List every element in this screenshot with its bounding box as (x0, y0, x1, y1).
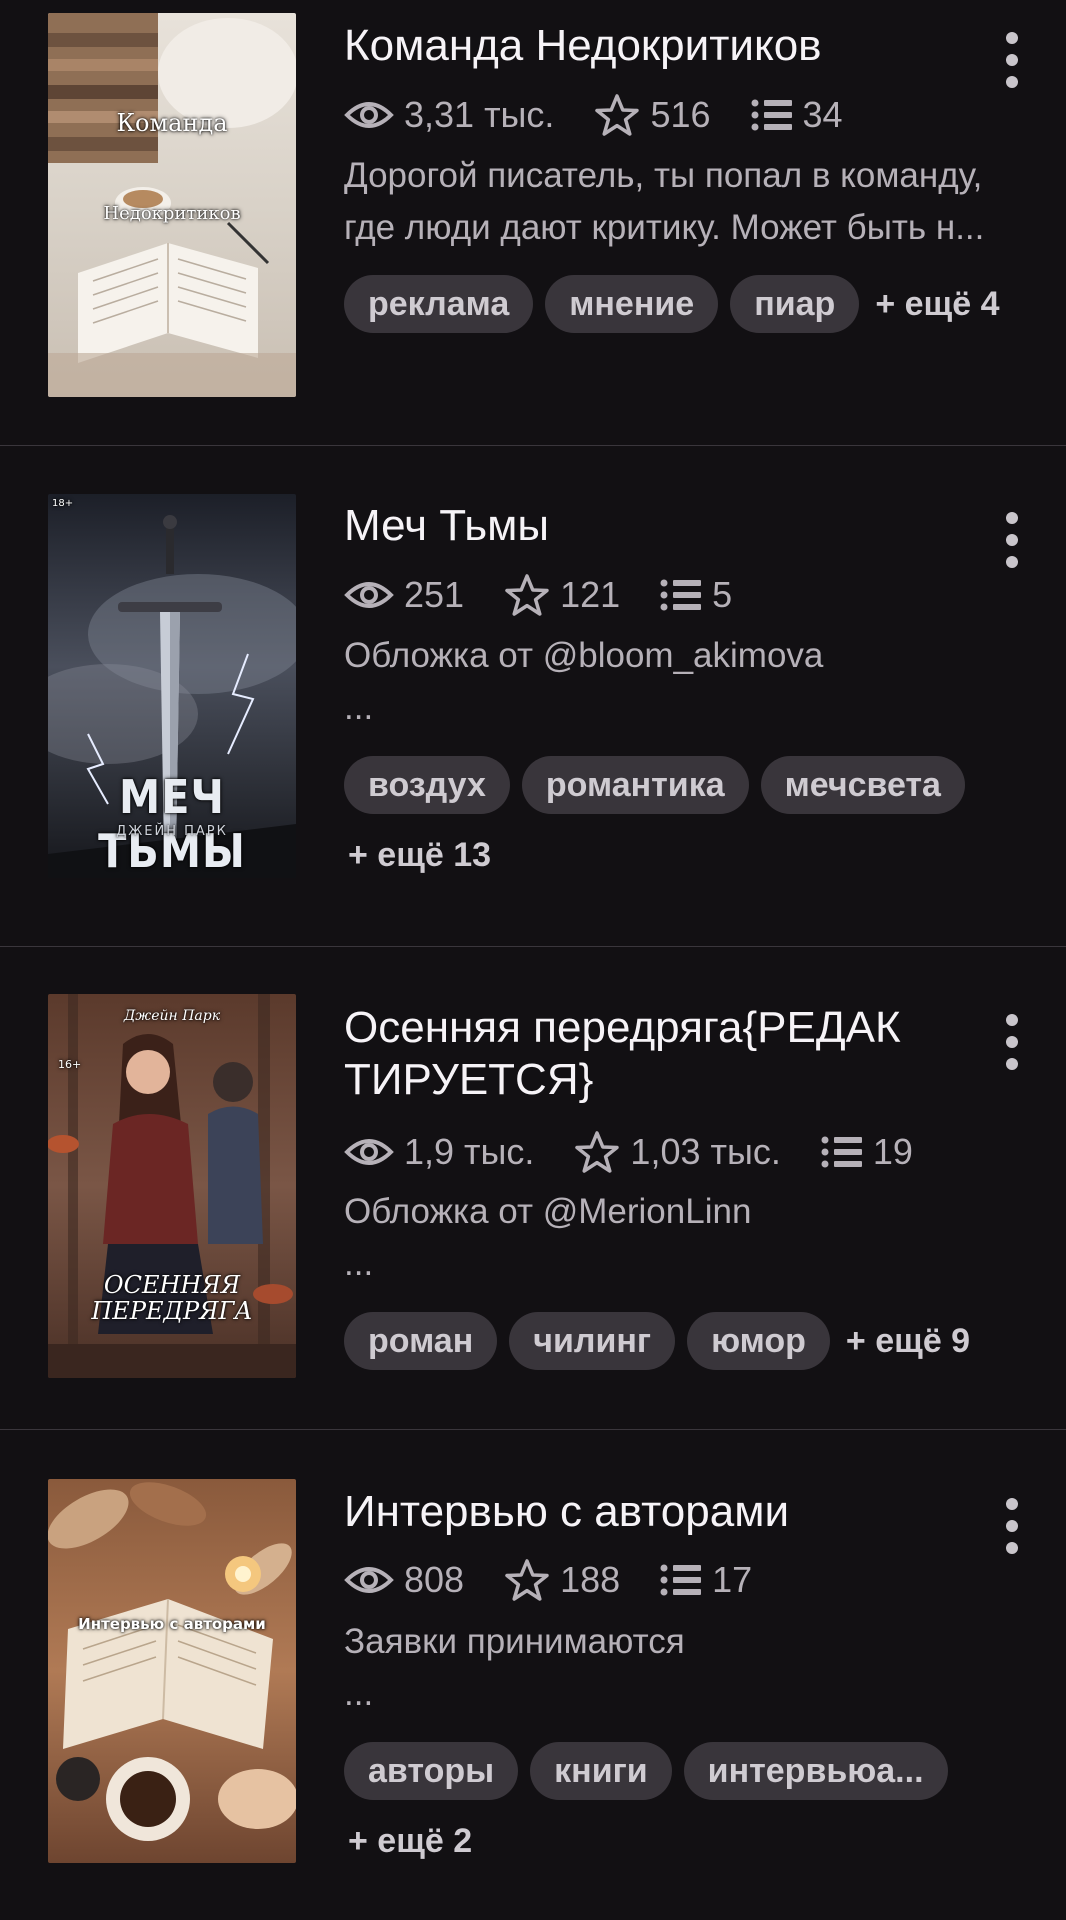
tag-chip[interactable]: книги (530, 1742, 672, 1800)
rating-stat: 121 (504, 573, 620, 617)
stars-count: 121 (560, 574, 621, 615)
tag-list: роман чилинг юмор + ещё 9 (344, 1312, 1024, 1370)
chapters-count: 34 (802, 94, 843, 135)
views-stat: 3,31 тыс. (344, 94, 554, 136)
stars-count: 516 (650, 94, 711, 135)
cover-subtitle-text: Недокритиков (103, 203, 241, 224)
more-options-button[interactable] (996, 1498, 1028, 1554)
divider (0, 1429, 1066, 1430)
chapters-count: 19 (872, 1131, 913, 1172)
story-stats: 251 121 5 (344, 571, 772, 619)
star-icon (505, 574, 549, 616)
star-icon (505, 1559, 549, 1601)
eye-icon (344, 102, 394, 128)
story-stats: 3,31 тыс. 516 34 (344, 91, 883, 139)
more-vertical-icon (1006, 512, 1018, 524)
story-description: Заявки принимаются ... (344, 1622, 685, 1713)
views-stat: 808 (344, 1559, 464, 1601)
rating-stat: 516 (594, 93, 711, 137)
tag-chip[interactable]: пиар (730, 275, 860, 333)
more-tags-link[interactable]: + ещё 2 (344, 1812, 472, 1870)
chapters-stat: 19 (821, 1131, 913, 1173)
story-title[interactable]: Меч Тьмы (344, 500, 964, 552)
star-icon (595, 94, 640, 136)
chapters-count: 17 (712, 1559, 753, 1600)
tag-chip[interactable]: мнение (545, 275, 719, 333)
tag-chip[interactable]: юмор (687, 1312, 830, 1370)
eye-icon (344, 1567, 394, 1593)
eye-icon (344, 582, 394, 608)
eye-icon (344, 1139, 394, 1165)
tag-chip[interactable]: чилинг (509, 1312, 676, 1370)
story-cover[interactable]: Интервью с авторами (48, 1479, 296, 1863)
tag-chip[interactable]: реклама (344, 275, 534, 333)
tag-chip[interactable]: романтика (521, 756, 749, 814)
cover-title-text: Команда (116, 109, 228, 137)
more-options-button[interactable] (996, 512, 1028, 568)
tag-chip[interactable]: воздух (344, 756, 510, 814)
tag-chip[interactable]: авторы (344, 1742, 519, 1800)
stars-count: 1,03 тыс. (630, 1131, 781, 1172)
list-icon (751, 99, 792, 131)
story-stats: 1,9 тыс. 1,03 тыс. 19 (344, 1128, 953, 1176)
more-tags-link[interactable]: + ещё 4 (871, 275, 999, 333)
story-cover[interactable]: Команда Недокритиков (48, 13, 296, 397)
story-title[interactable]: Осенняя передряга{РЕДАК ТИРУЕТСЯ} (344, 1002, 974, 1106)
story-title[interactable]: Команда Недокритиков (344, 20, 964, 72)
tag-chip[interactable]: интервьюа... (683, 1742, 948, 1800)
cover-author-text: ДЖЕЙН ПАРК (116, 824, 228, 839)
rating-stat: 1,03 тыс. (574, 1130, 781, 1174)
story-title[interactable]: Интервью с авторами (344, 1486, 964, 1538)
story-description: Дорогой писатель, ты попал в команду, гд… (344, 156, 985, 247)
more-tags-link[interactable]: + ещё 13 (344, 826, 491, 884)
views-stat: 251 (344, 574, 464, 616)
cover-author-text: Джейн Парк (123, 1008, 221, 1024)
views-count: 1,9 тыс. (404, 1131, 535, 1172)
more-vertical-icon (1006, 1014, 1018, 1026)
divider (0, 445, 1066, 446)
chapters-stat: 17 (660, 1559, 752, 1601)
story-description: Обложка от @MerionLinn ... (344, 1192, 752, 1283)
star-icon (575, 1131, 620, 1173)
story-cover[interactable]: 18+ МЕЧ ТЬМЫ ДЖЕЙН ПАРК (48, 494, 296, 878)
tag-list: воздух романтика мечсвета + ещё 13 (344, 756, 1024, 884)
cover-title-text: ОСЕННЯЯ ПЕРЕДРЯГА (91, 1271, 253, 1325)
more-vertical-icon (1006, 32, 1018, 44)
stars-count: 188 (560, 1559, 621, 1600)
views-stat: 1,9 тыс. (344, 1131, 534, 1173)
more-options-button[interactable] (996, 1014, 1028, 1070)
tag-chip[interactable]: мечсвета (760, 756, 965, 814)
chapters-count: 5 (712, 574, 733, 615)
rating-stat: 188 (504, 1558, 620, 1602)
list-icon (660, 579, 702, 611)
tag-chip[interactable]: роман (344, 1312, 498, 1370)
list-icon (821, 1136, 862, 1168)
chapters-stat: 34 (751, 94, 843, 136)
list-icon (660, 1564, 702, 1596)
divider (0, 946, 1066, 947)
story-stats: 808 188 17 (344, 1556, 792, 1604)
views-count: 808 (404, 1559, 465, 1600)
more-tags-link[interactable]: + ещё 9 (842, 1312, 970, 1370)
age-badge: 18+ (52, 498, 74, 509)
views-count: 251 (404, 574, 465, 615)
more-vertical-icon (1006, 1498, 1018, 1510)
chapters-stat: 5 (660, 574, 732, 616)
cover-title-text: Интервью с авторами (78, 1615, 266, 1633)
views-count: 3,31 тыс. (404, 94, 555, 135)
tag-list: авторы книги интервьюа... + ещё 2 (344, 1742, 1024, 1870)
story-cover[interactable]: Джейн Парк 16+ ОСЕННЯЯ ПЕРЕДРЯГА (48, 994, 296, 1378)
more-options-button[interactable] (996, 32, 1028, 88)
tag-list: реклама мнение пиар + ещё 4 (344, 275, 1024, 333)
age-badge: 16+ (58, 1058, 82, 1071)
story-description: Обложка от @bloom_akimova ... (344, 636, 824, 727)
